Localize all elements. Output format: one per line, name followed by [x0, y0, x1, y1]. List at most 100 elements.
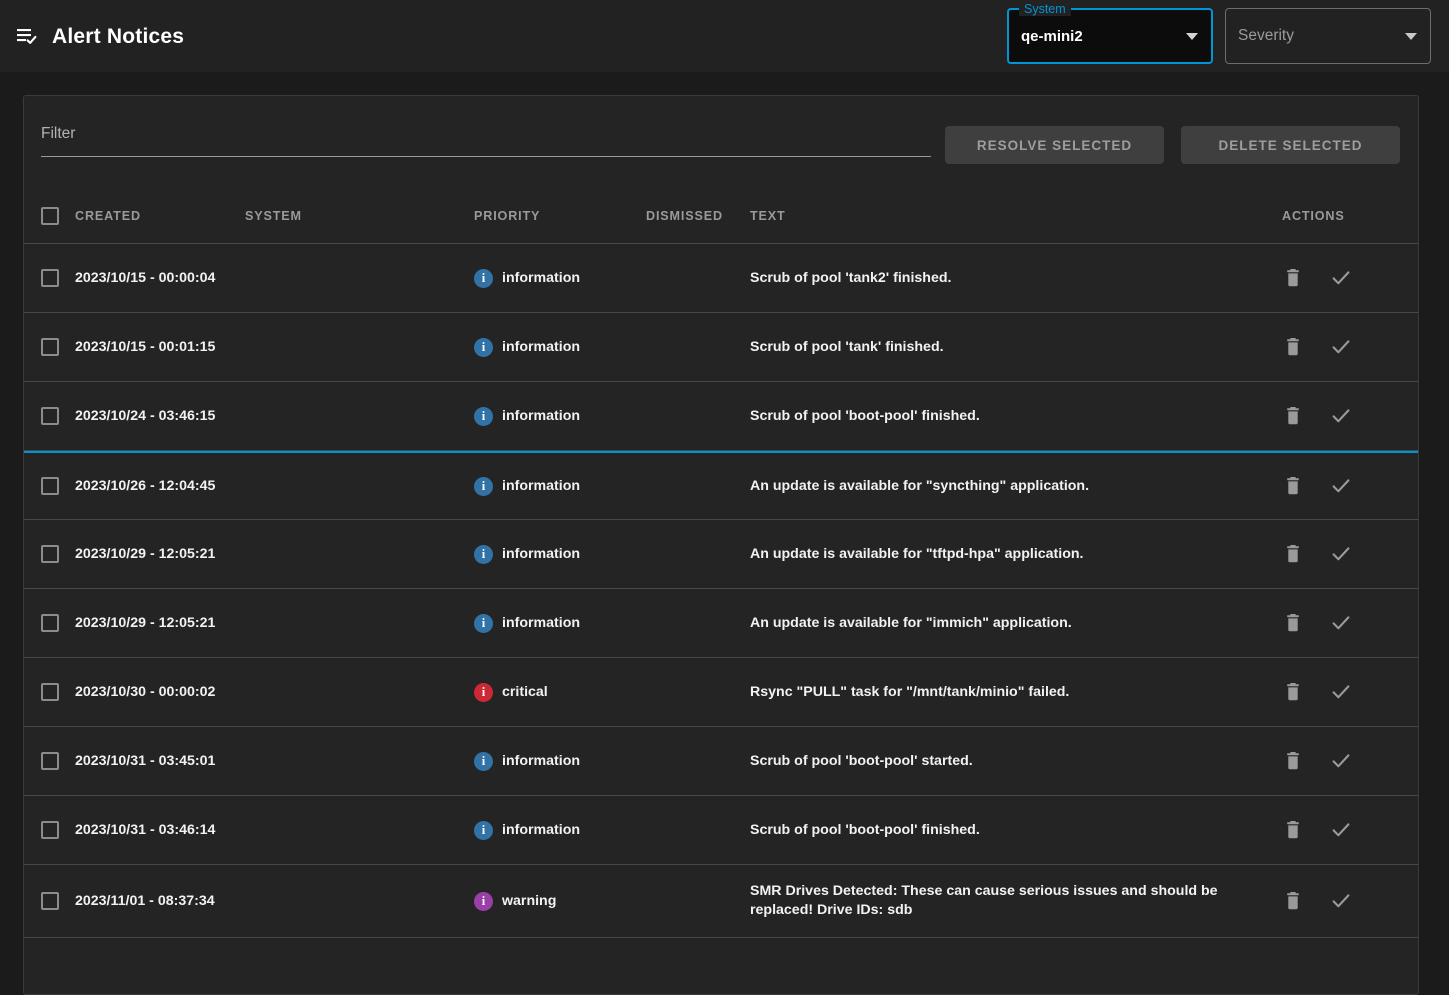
row-select-checkbox[interactable]	[41, 683, 59, 701]
row-select-cell	[41, 407, 75, 425]
cell-priority: i warning	[474, 892, 646, 911]
trash-icon[interactable]	[1282, 890, 1304, 912]
cell-created: 2023/10/15 - 00:00:04	[75, 270, 215, 286]
trash-icon[interactable]	[1282, 543, 1304, 565]
column-header-dismissed: DISMISSED	[646, 209, 723, 223]
cell-priority: iinformation	[474, 269, 646, 288]
check-icon[interactable]	[1330, 612, 1352, 634]
cell-text: Rsync "PULL" task for "/mnt/tank/minio" …	[750, 684, 1069, 700]
check-icon[interactable]	[1330, 819, 1352, 841]
cell-text: Scrub of pool 'tank' finished.	[750, 339, 944, 355]
chevron-down-icon	[1405, 33, 1417, 40]
check-icon[interactable]	[1330, 890, 1352, 912]
table-row[interactable]: 2023/10/31 - 03:46:14 i information Scrub o…	[24, 796, 1418, 865]
cell-text: An update is available for "immich" appl…	[750, 615, 1072, 631]
select-all-cell	[41, 207, 75, 225]
row-select-checkbox[interactable]	[41, 821, 59, 839]
check-icon[interactable]	[1330, 750, 1352, 772]
row-select-cell	[41, 892, 75, 910]
row-select-checkbox[interactable]	[41, 338, 59, 356]
cell-created: 2023/10/29 - 12:05:21	[75, 615, 215, 631]
info-icon: i	[474, 614, 493, 633]
cell-priority: icritical	[474, 683, 646, 702]
check-icon[interactable]	[1330, 475, 1352, 497]
delete-selected-button[interactable]: DELETE SELECTED	[1181, 126, 1400, 164]
info-icon: i	[474, 545, 493, 564]
row-select-checkbox[interactable]	[41, 545, 59, 563]
trash-icon[interactable]	[1282, 475, 1304, 497]
select-all-checkbox[interactable]	[41, 207, 59, 225]
cell-text: Scrub of pool 'boot-pool' started.	[750, 753, 973, 769]
bulk-actions: RESOLVE SELECTED DELETE SELECTED	[945, 126, 1400, 164]
priority-label: information	[502, 822, 580, 838]
page-title: Alert Notices	[52, 26, 184, 47]
trash-icon[interactable]	[1282, 681, 1304, 703]
filter-input[interactable]	[41, 124, 931, 144]
table-row[interactable]: 2023/10/15 - 00:01:15 iinformation Scrub o…	[24, 313, 1418, 382]
row-select-cell	[41, 614, 75, 632]
column-header-priority: PRIORITY	[474, 209, 540, 223]
cell-created: 2023/11/01 - 08:37:34	[75, 893, 215, 909]
playlist-check-icon[interactable]	[14, 23, 40, 49]
row-select-checkbox[interactable]	[41, 614, 59, 632]
table-row[interactable]: 2023/10/29 - 12:05:21 iinformation An upda…	[24, 589, 1418, 658]
info-icon: i	[474, 821, 493, 840]
priority-label: warning	[502, 893, 556, 909]
table-row[interactable]: 2023/10/24 - 03:46:15iinformationScrub o…	[24, 382, 1418, 451]
priority-label: information	[502, 478, 580, 494]
cell-created: 2023/10/31 - 03:46:14	[75, 822, 215, 838]
cell-created: 2023/10/24 - 03:46:15	[75, 408, 215, 424]
cell-created: 2023/10/15 - 00:01:15	[75, 339, 215, 355]
system-select-value: qe-mini2	[1021, 28, 1083, 45]
priority-label: information	[502, 408, 580, 424]
row-select-cell	[41, 821, 75, 839]
row-select-cell	[41, 752, 75, 770]
cell-created: 2023/10/31 - 03:45:01	[75, 753, 215, 769]
cell-text: SMR Drives Detected: These can cause ser…	[750, 883, 1218, 918]
cell-text: Scrub of pool 'boot-pool' finished.	[750, 822, 980, 838]
table-row[interactable]: 2023/10/30 - 00:00:02 icritical Rsync "PUL…	[24, 658, 1418, 727]
priority-label: information	[502, 270, 580, 286]
row-select-cell	[41, 545, 75, 563]
row-select-checkbox[interactable]	[41, 892, 59, 910]
cell-created: 2023/10/30 - 00:00:02	[75, 684, 215, 700]
system-select[interactable]: System qe-mini2	[1007, 8, 1213, 64]
cell-priority: iinformation	[474, 338, 646, 357]
row-select-checkbox[interactable]	[41, 752, 59, 770]
row-select-cell	[41, 477, 75, 495]
row-select-checkbox[interactable]	[41, 407, 59, 425]
table-row[interactable]: 2023/10/15 - 00:00:04iinformationScrub o…	[24, 244, 1418, 313]
priority-label: information	[502, 339, 580, 355]
table-body: 2023/10/15 - 00:00:04iinformationScrub o…	[24, 244, 1418, 938]
header-filters: System qe-mini2 Severity	[1007, 8, 1431, 64]
row-select-checkbox[interactable]	[41, 477, 59, 495]
row-select-cell	[41, 683, 75, 701]
trash-icon[interactable]	[1282, 336, 1304, 358]
chevron-down-icon	[1186, 33, 1198, 40]
trash-icon[interactable]	[1282, 267, 1304, 289]
table-row[interactable]: 2023/11/01 - 08:37:34 i warning SMR Drives …	[24, 865, 1418, 938]
check-icon[interactable]	[1330, 681, 1352, 703]
trash-icon[interactable]	[1282, 819, 1304, 841]
table-row[interactable]: 2023/10/29 - 12:05:21iinformationAn upda…	[24, 520, 1418, 589]
filter-field[interactable]	[41, 124, 931, 157]
check-icon[interactable]	[1330, 267, 1352, 289]
row-select-checkbox[interactable]	[41, 269, 59, 287]
resolve-selected-button[interactable]: RESOLVE SELECTED	[945, 126, 1164, 164]
cell-created: 2023/10/29 - 12:05:21	[75, 546, 215, 562]
cell-priority: iinformation	[474, 614, 646, 633]
cell-text: An update is available for "syncthing" a…	[750, 478, 1089, 494]
severity-select[interactable]: Severity	[1225, 8, 1431, 64]
cell-priority: iinformation	[474, 477, 646, 496]
trash-icon[interactable]	[1282, 750, 1304, 772]
row-select-cell	[41, 338, 75, 356]
table-row[interactable]: 2023/10/26 - 12:04:45iinformationAn upda…	[24, 451, 1418, 520]
info-icon: i	[474, 892, 493, 911]
alerts-card: RESOLVE SELECTED DELETE SELECTED CREATED…	[23, 95, 1419, 995]
table-row[interactable]: 2023/10/31 - 03:45:01iinformationScrub o…	[24, 727, 1418, 796]
trash-icon[interactable]	[1282, 612, 1304, 634]
trash-icon[interactable]	[1282, 405, 1304, 427]
check-icon[interactable]	[1330, 405, 1352, 427]
check-icon[interactable]	[1330, 336, 1352, 358]
check-icon[interactable]	[1330, 543, 1352, 565]
